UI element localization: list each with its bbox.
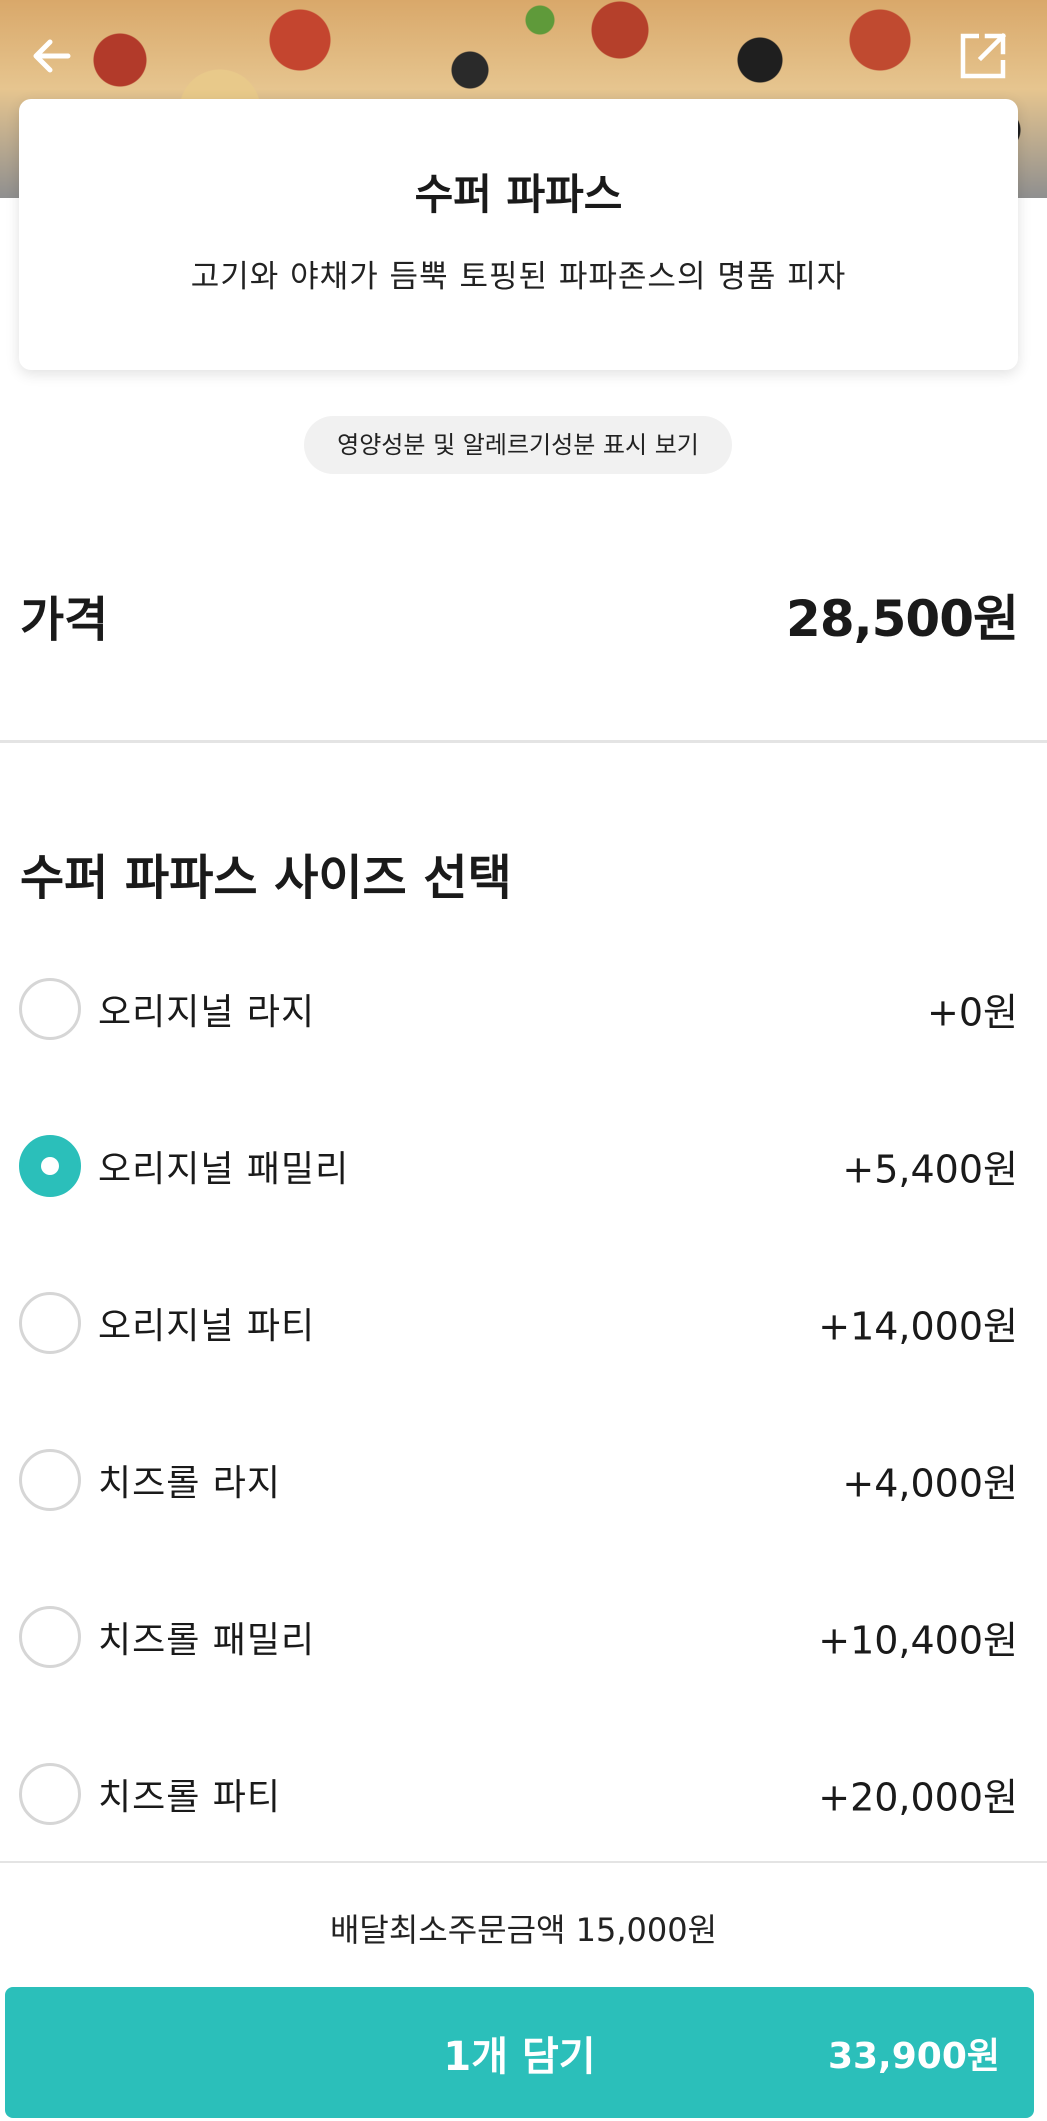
arrow-left-icon[interactable] xyxy=(24,28,80,84)
size-option-original-family[interactable]: 오리지널 패밀리 +5,400원 xyxy=(0,1087,1047,1244)
size-option-cheeseroll-party[interactable]: 치즈롤 파티 +20,000원 xyxy=(0,1715,1047,1872)
size-section-title: 수퍼 파파스 사이즈 선택 xyxy=(20,850,512,906)
size-option-cheeseroll-large[interactable]: 치즈롤 라지 +4,000원 xyxy=(0,1401,1047,1558)
radio-button[interactable] xyxy=(19,1605,81,1668)
size-option-label: 치즈롤 라지 xyxy=(98,1462,282,1504)
size-option-original-large[interactable]: 오리지널 라지 +0원 xyxy=(0,930,1047,1087)
nutrition-allergen-button[interactable]: 영양성분 및 알레르기성분 표시 보기 xyxy=(304,416,732,474)
size-option-label: 오리지널 라지 xyxy=(98,991,316,1033)
product-title-card: 수퍼 파파스 고기와 야채가 듬뿍 토핑된 파파존스의 명품 피자 xyxy=(19,99,1018,370)
min-order-notice: 배달최소주문금액 15,000원 xyxy=(329,1911,718,1949)
size-option-price: +0원 xyxy=(927,990,1018,1034)
product-name: 수퍼 파파스 xyxy=(414,170,623,219)
radio-button[interactable] xyxy=(19,977,81,1040)
size-option-label: 치즈롤 파티 xyxy=(98,1776,282,1818)
size-option-cheeseroll-family[interactable]: 치즈롤 패밀리 +10,400원 xyxy=(0,1558,1047,1715)
size-option-price: +10,400원 xyxy=(818,1618,1018,1662)
size-option-price: +5,400원 xyxy=(842,1147,1018,1191)
add-to-cart-button[interactable]: 1개 담기 33,900원 xyxy=(5,1987,1034,2118)
size-option-price: +20,000원 xyxy=(818,1775,1018,1819)
add-to-cart-total: 33,900원 xyxy=(827,2035,1000,2077)
share-icon[interactable] xyxy=(955,28,1011,84)
price-label: 가격 xyxy=(20,592,109,648)
size-option-label: 치즈롤 패밀리 xyxy=(98,1619,316,1661)
price-row: 가격 28,500원 xyxy=(20,585,1019,648)
radio-button-selected[interactable] xyxy=(19,1134,81,1197)
product-description: 고기와 야채가 듬뿍 토핑된 파파존스의 명품 피자 xyxy=(190,259,847,295)
section-divider xyxy=(0,740,1047,743)
size-option-original-party[interactable]: 오리지널 파티 +14,000원 xyxy=(0,1244,1047,1401)
size-option-price: +4,000원 xyxy=(842,1461,1018,1505)
radio-button[interactable] xyxy=(19,1762,81,1825)
size-option-label: 오리지널 파티 xyxy=(98,1305,316,1347)
size-option-price: +14,000원 xyxy=(818,1304,1018,1348)
footer-divider xyxy=(0,1861,1047,1863)
radio-button[interactable] xyxy=(19,1291,81,1354)
price-value: 28,500원 xyxy=(786,590,1019,648)
size-option-label: 오리지널 패밀리 xyxy=(98,1148,350,1190)
radio-button[interactable] xyxy=(19,1448,81,1511)
